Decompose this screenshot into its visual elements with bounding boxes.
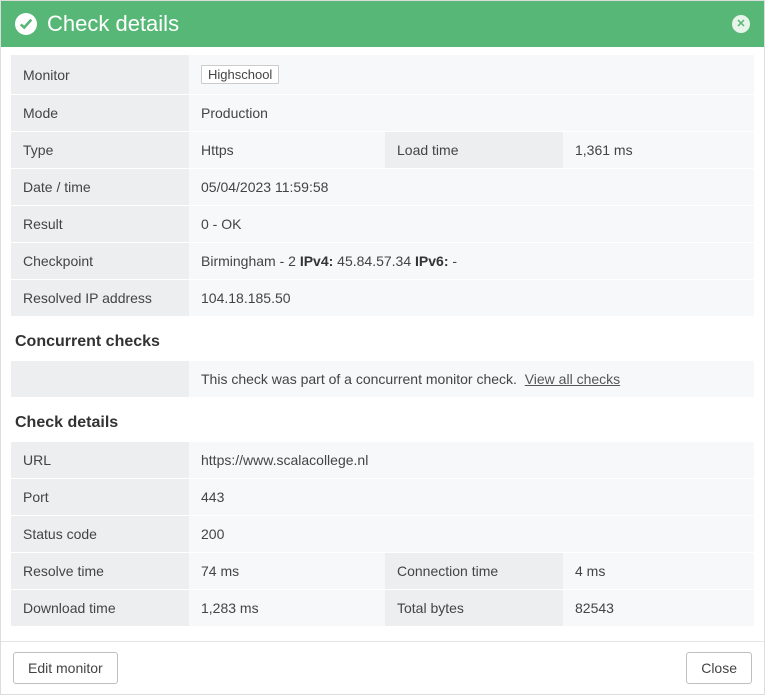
label-concurrent-empty	[11, 361, 189, 398]
row-resolve-conn: Resolve time 74 ms Connection time 4 ms	[11, 553, 754, 590]
modal-header-left: Check details	[15, 11, 179, 37]
details-heading: Check details	[11, 406, 754, 442]
modal-title: Check details	[47, 11, 179, 37]
label-loadtime: Load time	[385, 132, 563, 169]
label-monitor: Monitor	[11, 55, 189, 95]
label-status: Status code	[11, 516, 189, 553]
value-conn: 4 ms	[563, 553, 754, 590]
label-port: Port	[11, 479, 189, 516]
value-resolve: 74 ms	[189, 553, 385, 590]
row-mode: Mode Production	[11, 95, 754, 132]
label-mode: Mode	[11, 95, 189, 132]
row-type: Type Https Load time 1,361 ms	[11, 132, 754, 169]
value-status: 200	[189, 516, 754, 553]
row-download-bytes: Download time 1,283 ms Total bytes 82543	[11, 590, 754, 627]
label-resolve: Resolve time	[11, 553, 189, 590]
row-port: Port 443	[11, 479, 754, 516]
value-port: 443	[189, 479, 754, 516]
label-conn: Connection time	[385, 553, 563, 590]
modal-header: Check details ✕	[1, 1, 764, 47]
summary-grid: Monitor Highschool Mode Production Type …	[11, 55, 754, 317]
row-result: Result 0 - OK	[11, 206, 754, 243]
ipv6-label: IPv6:	[415, 253, 448, 269]
value-checkpoint: Birmingham - 2 IPv4: 45.84.57.34 IPv6: -	[189, 243, 754, 280]
close-icon[interactable]: ✕	[732, 15, 750, 33]
modal-body: Monitor Highschool Mode Production Type …	[1, 47, 764, 641]
value-url: https://www.scalacollege.nl	[189, 442, 754, 479]
view-all-checks-link[interactable]: View all checks	[525, 371, 620, 387]
row-status: Status code 200	[11, 516, 754, 553]
label-result: Result	[11, 206, 189, 243]
close-button[interactable]: Close	[686, 652, 752, 684]
checkpoint-prefix: Birmingham - 2	[201, 253, 300, 269]
concurrent-heading: Concurrent checks	[11, 325, 754, 361]
concurrent-grid: This check was part of a concurrent moni…	[11, 361, 754, 398]
value-bytes: 82543	[563, 590, 754, 627]
row-url: URL https://www.scalacollege.nl	[11, 442, 754, 479]
label-checkpoint: Checkpoint	[11, 243, 189, 280]
ipv6-value: -	[449, 253, 458, 269]
label-url: URL	[11, 442, 189, 479]
value-type: Https	[189, 132, 385, 169]
check-details-modal: Check details ✕ Monitor Highschool Mode …	[0, 0, 765, 695]
label-datetime: Date / time	[11, 169, 189, 206]
details-grid: URL https://www.scalacollege.nl Port 443…	[11, 442, 754, 627]
label-download: Download time	[11, 590, 189, 627]
value-result: 0 - OK	[189, 206, 754, 243]
success-check-icon	[15, 13, 37, 35]
row-datetime: Date / time 05/04/2023 11:59:58	[11, 169, 754, 206]
value-datetime: 05/04/2023 11:59:58	[189, 169, 754, 206]
label-type: Type	[11, 132, 189, 169]
value-download: 1,283 ms	[189, 590, 385, 627]
value-mode: Production	[189, 95, 754, 132]
value-loadtime: 1,361 ms	[563, 132, 754, 169]
value-resolved: 104.18.185.50	[189, 280, 754, 317]
monitor-tag[interactable]: Highschool	[201, 65, 279, 84]
label-resolved: Resolved IP address	[11, 280, 189, 317]
row-monitor: Monitor Highschool	[11, 55, 754, 95]
row-concurrent: This check was part of a concurrent moni…	[11, 361, 754, 398]
ipv4-value: 45.84.57.34	[333, 253, 415, 269]
row-resolved: Resolved IP address 104.18.185.50	[11, 280, 754, 317]
value-monitor: Highschool	[189, 55, 754, 95]
modal-footer: Edit monitor Close	[1, 641, 764, 694]
row-checkpoint: Checkpoint Birmingham - 2 IPv4: 45.84.57…	[11, 243, 754, 280]
concurrent-text: This check was part of a concurrent moni…	[201, 371, 525, 387]
ipv4-label: IPv4:	[300, 253, 333, 269]
edit-monitor-button[interactable]: Edit monitor	[13, 652, 118, 684]
value-concurrent: This check was part of a concurrent moni…	[189, 361, 754, 398]
label-bytes: Total bytes	[385, 590, 563, 627]
